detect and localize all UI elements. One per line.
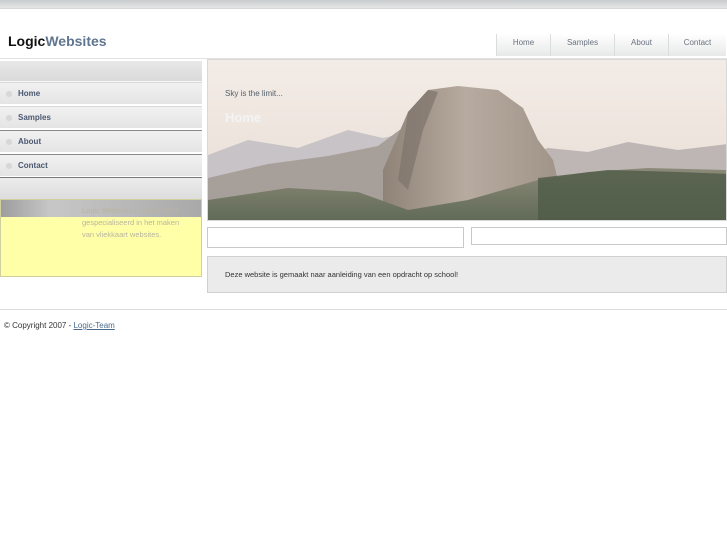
site-logo[interactable]: LogicWebsites (8, 33, 107, 49)
bullet-icon (6, 139, 12, 145)
sidebar-item-label: Home (18, 89, 41, 98)
sidebar-item-label: Contact (18, 161, 48, 170)
sidebar-item-home[interactable]: Home (0, 82, 202, 105)
intro-text: Logic Websites is sinds 2007 gespecialis… (82, 206, 180, 239)
sidebar: Home Samples About Contact Logic Website… (0, 59, 202, 277)
main-content: Deze website is gemaakt naar aanleiding … (207, 256, 727, 293)
sidebar-item-label: Samples (18, 113, 51, 122)
intro-box: Logic Websites is sinds 2007 gespecialis… (0, 199, 202, 277)
hero-title: Home (225, 110, 262, 125)
sidebar-header-bar (0, 61, 202, 82)
logo-part-websites: Websites (45, 33, 107, 49)
top-navigation: Home Samples About Contact (496, 34, 726, 56)
topnav-about[interactable]: About (614, 34, 668, 56)
bullet-icon (6, 91, 12, 97)
sidebar-item-label: About (18, 137, 42, 146)
topnav-contact[interactable]: Contact (668, 34, 726, 56)
content-box-left (207, 227, 464, 248)
sidebar-item-about[interactable]: About (0, 130, 202, 153)
copyright-text: © Copyright 2007 - (4, 321, 74, 330)
topnav-home[interactable]: Home (496, 34, 550, 56)
bullet-icon (6, 115, 12, 121)
sidebar-item-samples[interactable]: Samples (0, 106, 202, 129)
sidebar-footer-bar (0, 177, 202, 200)
top-bar (0, 0, 727, 9)
content-box-right (471, 227, 727, 245)
hero-banner: Sky is the limit... Home (207, 59, 727, 221)
sidebar-item-contact[interactable]: Contact (0, 154, 202, 177)
footer-team-link[interactable]: Logic-Team (73, 321, 114, 330)
topnav-samples[interactable]: Samples (550, 34, 614, 56)
bullet-icon (6, 163, 12, 169)
hero-tagline: Sky is the limit... (225, 89, 283, 98)
logo-part-logic: Logic (8, 33, 46, 49)
footer: © Copyright 2007 - Logic-Team (4, 321, 115, 330)
half-dome-landscape-image (208, 60, 726, 220)
main-content-text: Deze website is gemaakt naar aanleiding … (225, 270, 459, 279)
footer-divider (0, 309, 727, 310)
